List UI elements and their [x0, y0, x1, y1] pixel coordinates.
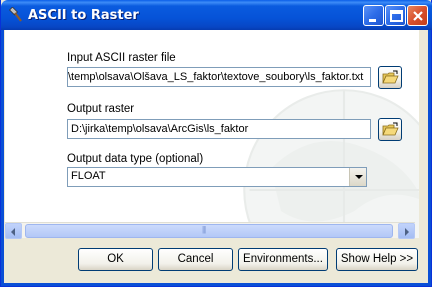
input-file-label: Input ASCII raster file — [67, 52, 176, 64]
input-file-field[interactable]: \temp\olsava\Olšava_LS_faktor\textove_so… — [67, 67, 371, 87]
titlebar[interactable]: ASCII to Raster — [1, 0, 432, 30]
close-icon — [413, 11, 423, 21]
output-raster-label: Output raster — [67, 103, 135, 115]
maximize-button[interactable] — [385, 5, 406, 26]
open-folder-icon — [382, 122, 399, 136]
environments-button[interactable]: Environments... — [238, 248, 328, 271]
minimize-button[interactable] — [363, 5, 384, 26]
hammer-icon — [9, 7, 22, 22]
data-type-select[interactable]: FLOAT — [67, 167, 367, 187]
output-raster-field[interactable]: D:\jirka\temp\olsava\ArcGis\ls_faktor — [67, 119, 371, 139]
browse-output-button[interactable] — [378, 118, 402, 141]
horizontal-scrollbar[interactable] — [5, 222, 415, 239]
minimize-icon — [369, 19, 376, 22]
chevron-down-icon[interactable] — [349, 168, 366, 186]
globe-watermark-icon — [243, 89, 419, 238]
window-frame-bottom — [1, 283, 431, 286]
scrollbar-thumb[interactable] — [25, 224, 393, 238]
scroll-right-arrow-icon[interactable] — [398, 223, 415, 239]
dialog-window: ASCII to Raster Input ASCII raster file … — [0, 0, 432, 287]
browse-input-button[interactable] — [378, 66, 402, 89]
cancel-button[interactable]: Cancel — [158, 248, 233, 271]
ok-button[interactable]: OK — [78, 248, 153, 271]
input-file-value: \temp\olsava\Olšava_LS_faktor\textove_so… — [68, 71, 364, 83]
data-type-value: FLOAT — [71, 170, 106, 182]
output-raster-value: D:\jirka\temp\olsava\ArcGis\ls_faktor — [71, 123, 249, 135]
parameters-panel: Input ASCII raster file \temp\olsava\Olš… — [5, 30, 419, 238]
show-help-button[interactable]: Show Help >> — [336, 248, 418, 271]
data-type-label: Output data type (optional) — [67, 153, 204, 165]
close-button[interactable] — [407, 5, 428, 26]
scroll-left-arrow-icon[interactable] — [5, 223, 22, 239]
maximize-icon — [390, 10, 403, 22]
window-title: ASCII to Raster — [28, 8, 139, 23]
open-folder-icon — [382, 70, 399, 84]
